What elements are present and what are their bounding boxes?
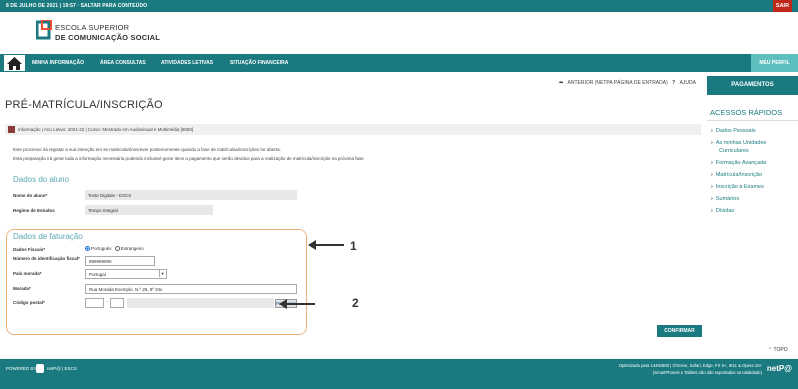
nav-area-consultas[interactable]: ÁREA CONSULTAS — [100, 60, 146, 66]
description-line-2: Esta preparação irá gerar toda a informa… — [13, 156, 364, 161]
digitalis-logo-icon — [36, 364, 44, 373]
back-to-top-link[interactable]: ⌃ TOPO — [768, 347, 788, 353]
localidade-field — [127, 298, 274, 308]
regime-field: Tempo Integral — [85, 205, 213, 215]
quick-link-unidades-curriculares-2[interactable]: Curriculares — [719, 148, 749, 154]
chevron-right-icon: › — [711, 128, 713, 134]
top-bar: 8 DE JULHO DE 2021 | 19:57 · SALTAR PARA… — [0, 0, 798, 12]
quick-link-dividas[interactable]: › Dívidas — [711, 208, 734, 214]
pais-select[interactable]: Portugal ▼ — [85, 269, 167, 279]
date-and-skip-link[interactable]: 8 DE JULHO DE 2021 | 19:57 · SALTAR PARA… — [6, 3, 147, 9]
radio-estrangeiro[interactable] — [114, 246, 120, 252]
sidebar-divider — [707, 120, 798, 121]
netpa-escs-label: netP@ | ESCS — [47, 366, 77, 371]
back-arrow-icon: ⮪ — [558, 80, 564, 86]
radio-estrangeiro-label: Estrangeiro — [120, 246, 144, 251]
annotation-2: 2 — [352, 296, 359, 310]
morada-input[interactable]: Rua Morada Exemplo, N.º 25, 8º Dto — [85, 284, 297, 294]
footer: POWERED BY netP@ | ESCS Optimizado para … — [0, 359, 798, 389]
dados-aluno-title: Dados do aluno — [13, 175, 70, 184]
home-icon — [7, 57, 22, 70]
nif-input[interactable]: 999999990 — [85, 256, 155, 266]
logo-line-2: DE COMUNICAÇÃO SOCIAL — [55, 33, 161, 42]
codigo-postal-dash: - — [106, 299, 108, 304]
confirmar-button[interactable]: CONFIRMAR — [657, 325, 702, 337]
annotation-arrow-1-icon — [308, 240, 344, 250]
regime-label: Regime de Estudos — [13, 208, 55, 213]
radio-portugues-label: Português — [91, 246, 112, 251]
quick-link-formacao-avancada[interactable]: › Formação Avançada — [711, 160, 766, 166]
chevron-right-icon: › — [711, 184, 713, 190]
optimized-note: Optimizado para 1440x900 | Chrome, Safar… — [618, 363, 762, 368]
annotation-arrow-2-icon — [279, 299, 315, 309]
home-button[interactable] — [3, 54, 26, 72]
annotation-1: 1 — [350, 239, 357, 253]
chevron-down-icon: ▼ — [159, 270, 165, 277]
ajuda-link[interactable]: AJUDA — [680, 80, 696, 86]
radio-portugues[interactable] — [85, 246, 90, 252]
smartphones-note: (SmartPhones e Tablets não são suportado… — [652, 370, 762, 375]
chevron-right-icon: › — [711, 208, 713, 214]
info-icon — [8, 126, 15, 133]
dados-fiscais-label: Dados Fiscais* — [13, 247, 46, 252]
quick-link-unidades-curriculares[interactable]: › As minhas Unidades — [711, 140, 766, 146]
chevron-right-icon: › — [711, 160, 713, 166]
logo-mark-icon — [36, 20, 52, 40]
main-nav: MINHA INFORMAÇÃO ÁREA CONSULTAS ATIVIDAD… — [0, 54, 798, 72]
pais-value: Portugal — [89, 272, 106, 277]
powered-by-label: POWERED BY — [6, 366, 37, 371]
acessos-rapidos-title: ACESSOS RÁPIDOS — [710, 108, 783, 117]
pais-label: País morada* — [13, 271, 42, 276]
anterior-link[interactable]: ANTERIOR (NETPA PÁGINA DE ENTRADA) — [568, 80, 668, 86]
description-line-1: Este processo irá registar a sua intençã… — [13, 147, 281, 152]
chevron-right-icon: › — [711, 196, 713, 202]
faturacao-title: Dados de faturação — [13, 232, 83, 241]
info-text: Informação | Ano Letivo: 2021-22 | Curso… — [18, 127, 194, 132]
quick-link-matricula[interactable]: › Matrícula/Inscrição — [711, 172, 762, 178]
logo-line-1: ESCOLA SUPERIOR — [55, 23, 130, 32]
page-title: PRÉ-MATRÍCULA/INSCRIÇÃO — [5, 99, 163, 111]
nome-label: Nome do aluno* — [13, 193, 48, 198]
netpa-brand: netP@ — [766, 364, 792, 373]
fiscal-radio-group: Português Estrangeiro — [85, 246, 144, 252]
chevron-right-icon: › — [711, 172, 713, 178]
chevron-up-icon: ⌃ — [768, 347, 773, 353]
help-icon: ? — [672, 80, 676, 86]
codigo-postal-part1[interactable] — [85, 298, 104, 308]
nav-atividades-letivas[interactable]: ATIVIDADES LETIVAS — [161, 60, 213, 66]
info-bar: Informação | Ano Letivo: 2021-22 | Curso… — [5, 124, 701, 135]
quick-link-dados-pessoais[interactable]: › Dados Pessoais — [711, 128, 756, 134]
chevron-right-icon: › — [711, 140, 713, 146]
pagamentos-button[interactable]: PAGAMENTOS — [707, 76, 798, 95]
quick-link-inscricao-exames[interactable]: › Inscrição a Exames — [711, 184, 764, 190]
nif-label: Número de identificação fiscal* — [13, 256, 80, 261]
codigo-postal-label: Código postal* — [13, 300, 45, 305]
logout-button[interactable]: SAIR — [773, 0, 792, 12]
page-links: ⮪ ANTERIOR (NETPA PÁGINA DE ENTRADA) ? A… — [556, 80, 697, 86]
nome-field: Teste Digitale - ESCS — [85, 190, 297, 200]
quick-link-sumarios[interactable]: › Sumários — [711, 196, 739, 202]
meu-perfil-button[interactable]: MEU PERFIL — [751, 54, 798, 72]
faturacao-highlight — [6, 229, 307, 335]
morada-label: Morada* — [13, 286, 31, 291]
nav-situacao-financeira[interactable]: SITUAÇÃO FINANCEIRA — [230, 60, 288, 66]
codigo-postal-part2[interactable] — [110, 298, 124, 308]
nav-minha-informacao[interactable]: MINHA INFORMAÇÃO — [32, 60, 84, 66]
